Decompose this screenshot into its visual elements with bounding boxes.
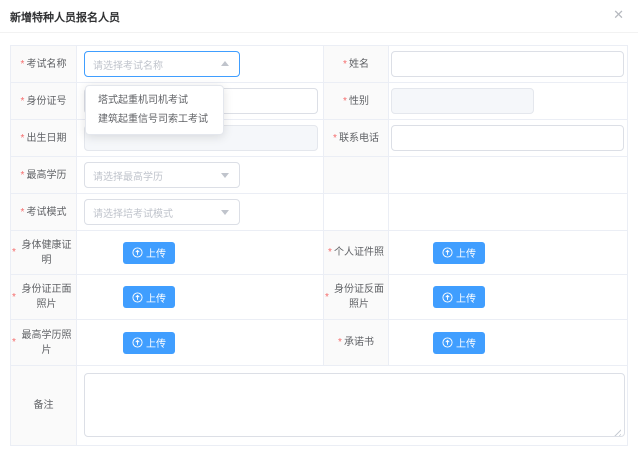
dialog-title: 新增特种人员报名人员 [10,9,120,25]
upload-icon [442,292,453,303]
gender-input [391,88,534,114]
label-text: 考试名称 [26,57,66,72]
exam-name-select[interactable]: 请选择考试名称 塔式起重机司机考试 建筑起重信号司索工考试 [84,51,240,77]
required-asterisk: * [21,168,25,183]
exam-name-dropdown: 塔式起重机司机考试 建筑起重信号司索工考试 [85,85,224,135]
upload-button-label: 上传 [456,335,476,350]
dialog-header: 新增特种人员报名人员 ✕ [0,0,638,33]
registration-form: * 考试名称 请选择考试名称 塔式起重机司机考试 建筑起重信号司索工考试 * 姓… [10,45,628,446]
required-asterisk: * [343,57,347,72]
required-asterisk: * [328,245,332,260]
chevron-up-icon [221,61,229,66]
exam-mode-select[interactable]: 请选择培考试模式 [84,199,240,225]
empty-label-cell [324,194,389,231]
chevron-down-icon [221,210,229,215]
upload-icon [132,247,143,258]
required-asterisk: * [21,94,25,109]
required-asterisk: * [21,131,25,146]
label-exam-name: * 考试名称 [11,46,77,83]
dropdown-option-tower-crane[interactable]: 塔式起重机司机考试 [86,91,223,110]
label-gender: * 性别 [324,83,389,120]
label-remark: 备注 [11,366,77,445]
label-phone: * 联系电话 [324,120,389,157]
label-personal-photo: * 个人证件照 [324,231,389,275]
label-birth-date: * 出生日期 [11,120,77,157]
upload-button-label: 上传 [146,245,166,260]
phone-input[interactable] [391,125,624,151]
label-id-back: * 身份证反面照片 [324,275,389,320]
required-asterisk: * [333,131,337,146]
close-icon[interactable]: ✕ [613,8,624,21]
required-asterisk: * [12,335,16,350]
label-exam-mode: * 考试模式 [11,194,77,231]
upload-icon [442,337,453,348]
label-text: 身份证正面照片 [18,282,75,312]
upload-button-label: 上传 [456,245,476,260]
label-text: 联系电话 [339,131,379,146]
label-health-cert: * 身体健康证明 [11,231,77,275]
label-text: 承诺书 [344,335,374,350]
label-id-number: * 身份证号 [11,83,77,120]
empty-field-cell [389,194,627,231]
label-text: 最高学历照片 [18,328,75,358]
label-text: 身份证反面照片 [331,282,387,312]
education-photo-upload-button[interactable]: 上传 [123,332,175,354]
required-asterisk: * [325,290,329,305]
personal-photo-upload-button[interactable]: 上传 [433,242,485,264]
label-education: * 最高学历 [11,157,77,194]
select-placeholder: 请选择培考试模式 [93,205,173,220]
label-text: 备注 [34,398,54,413]
select-placeholder: 请选择考试名称 [93,57,163,72]
label-id-front: * 身份证正面照片 [11,275,77,320]
required-asterisk: * [343,94,347,109]
label-name: * 姓名 [324,46,389,83]
label-education-photo: * 最高学历照片 [11,320,77,366]
label-text: 考试模式 [26,205,66,220]
label-text: 个人证件照 [334,245,384,260]
upload-button-label: 上传 [146,335,166,350]
label-text: 出生日期 [26,131,66,146]
label-commitment: * 承诺书 [324,320,389,366]
upload-icon [132,337,143,348]
chevron-down-icon [221,173,229,178]
select-placeholder: 请选择最高学历 [93,168,163,183]
label-text: 身份证号 [26,94,66,109]
dialog-add-special-personnel: 新增特种人员报名人员 ✕ * 考试名称 请选择考试名称 塔式起重机司机考试 建筑… [0,0,638,446]
required-asterisk: * [12,245,16,260]
name-input[interactable] [391,51,624,77]
required-asterisk: * [21,57,25,72]
health-cert-upload-button[interactable]: 上传 [123,242,175,264]
remark-textarea[interactable] [84,373,625,437]
upload-icon [132,292,143,303]
upload-button-label: 上传 [146,290,166,305]
label-text: 性别 [349,94,369,109]
dropdown-option-signal-rigger[interactable]: 建筑起重信号司索工考试 [86,110,223,129]
required-asterisk: * [12,290,16,305]
commitment-upload-button[interactable]: 上传 [433,332,485,354]
education-select[interactable]: 请选择最高学历 [84,162,240,188]
id-front-upload-button[interactable]: 上传 [123,286,175,308]
label-text: 最高学历 [26,168,66,183]
empty-label-cell [324,157,389,194]
id-back-upload-button[interactable]: 上传 [433,286,485,308]
required-asterisk: * [21,205,25,220]
label-text: 身体健康证明 [18,238,75,268]
empty-field-cell [389,157,627,194]
label-text: 姓名 [349,57,369,72]
required-asterisk: * [338,335,342,350]
upload-icon [442,247,453,258]
upload-button-label: 上传 [456,290,476,305]
